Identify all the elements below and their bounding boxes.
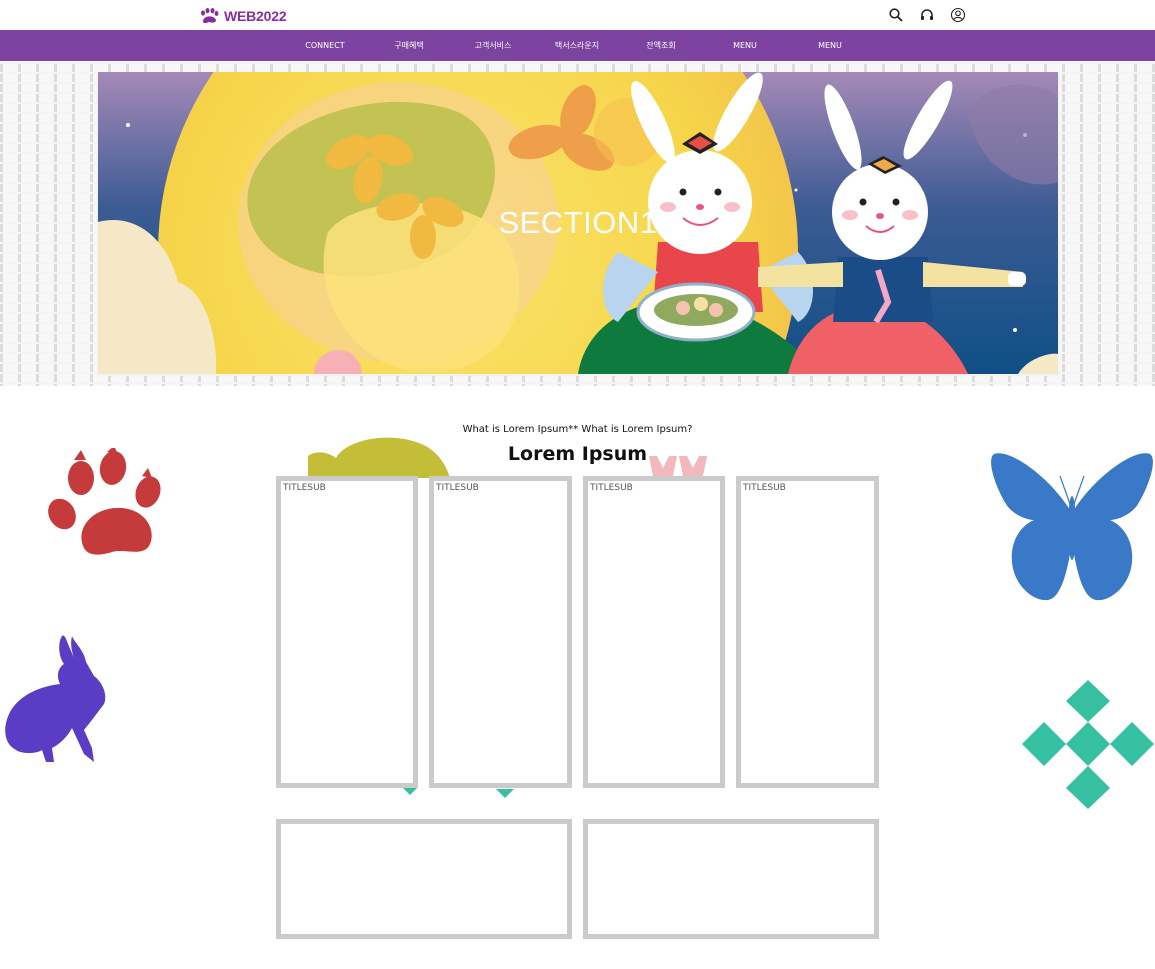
- nav-item-menu-2[interactable]: MENU: [801, 30, 859, 61]
- rabbit-icon: [5, 635, 106, 762]
- wide-card-1[interactable]: [276, 819, 572, 939]
- search-icon[interactable]: [888, 7, 904, 23]
- card-label: TITLESUB: [590, 483, 633, 493]
- nav-item-menu-1[interactable]: MENU: [716, 30, 774, 61]
- nav-item-connect[interactable]: CONNECT: [296, 30, 354, 61]
- main-nav: CONNECT 구매혜택 고객서비스 택서스라운지 잔액조회 MENU MENU: [0, 30, 1155, 61]
- section-title: Lorem Ipsum: [507, 443, 648, 465]
- card-4[interactable]: TITLESUB: [736, 476, 879, 788]
- hero-frame: SECTION1: [97, 72, 1059, 376]
- logo-text: WEB2022: [224, 8, 287, 24]
- card-2[interactable]: TITLESUB: [429, 476, 572, 788]
- card-label: TITLESUB: [436, 483, 479, 493]
- paw-logo-icon: [201, 8, 219, 24]
- card-label: TITLESUB: [283, 483, 326, 493]
- nav-item-customer-service[interactable]: 고객서비스: [464, 30, 522, 61]
- header-icons: [888, 7, 966, 23]
- hero-section: SECTION1: [0, 62, 1155, 386]
- butterfly-icon: [991, 453, 1153, 601]
- nav-item-balance[interactable]: 잔액조회: [632, 30, 690, 61]
- card-3[interactable]: TITLESUB: [583, 476, 725, 788]
- diamonds-icon: [1022, 680, 1154, 809]
- wide-card-2[interactable]: [583, 819, 879, 939]
- logo[interactable]: WEB2022: [199, 6, 287, 26]
- headset-icon[interactable]: [919, 7, 935, 23]
- nav-item-lounge[interactable]: 택서스라운지: [548, 30, 606, 61]
- nav-item-benefits[interactable]: 구매혜택: [380, 30, 438, 61]
- card-1[interactable]: TITLESUB: [276, 476, 418, 788]
- user-icon[interactable]: [950, 7, 966, 23]
- section-subtitle: What is Lorem Ipsum** What is Lorem Ipsu…: [462, 424, 693, 435]
- hero-title: SECTION1: [498, 205, 658, 240]
- card-label: TITLESUB: [743, 483, 786, 493]
- top-header: WEB2022: [0, 0, 1155, 30]
